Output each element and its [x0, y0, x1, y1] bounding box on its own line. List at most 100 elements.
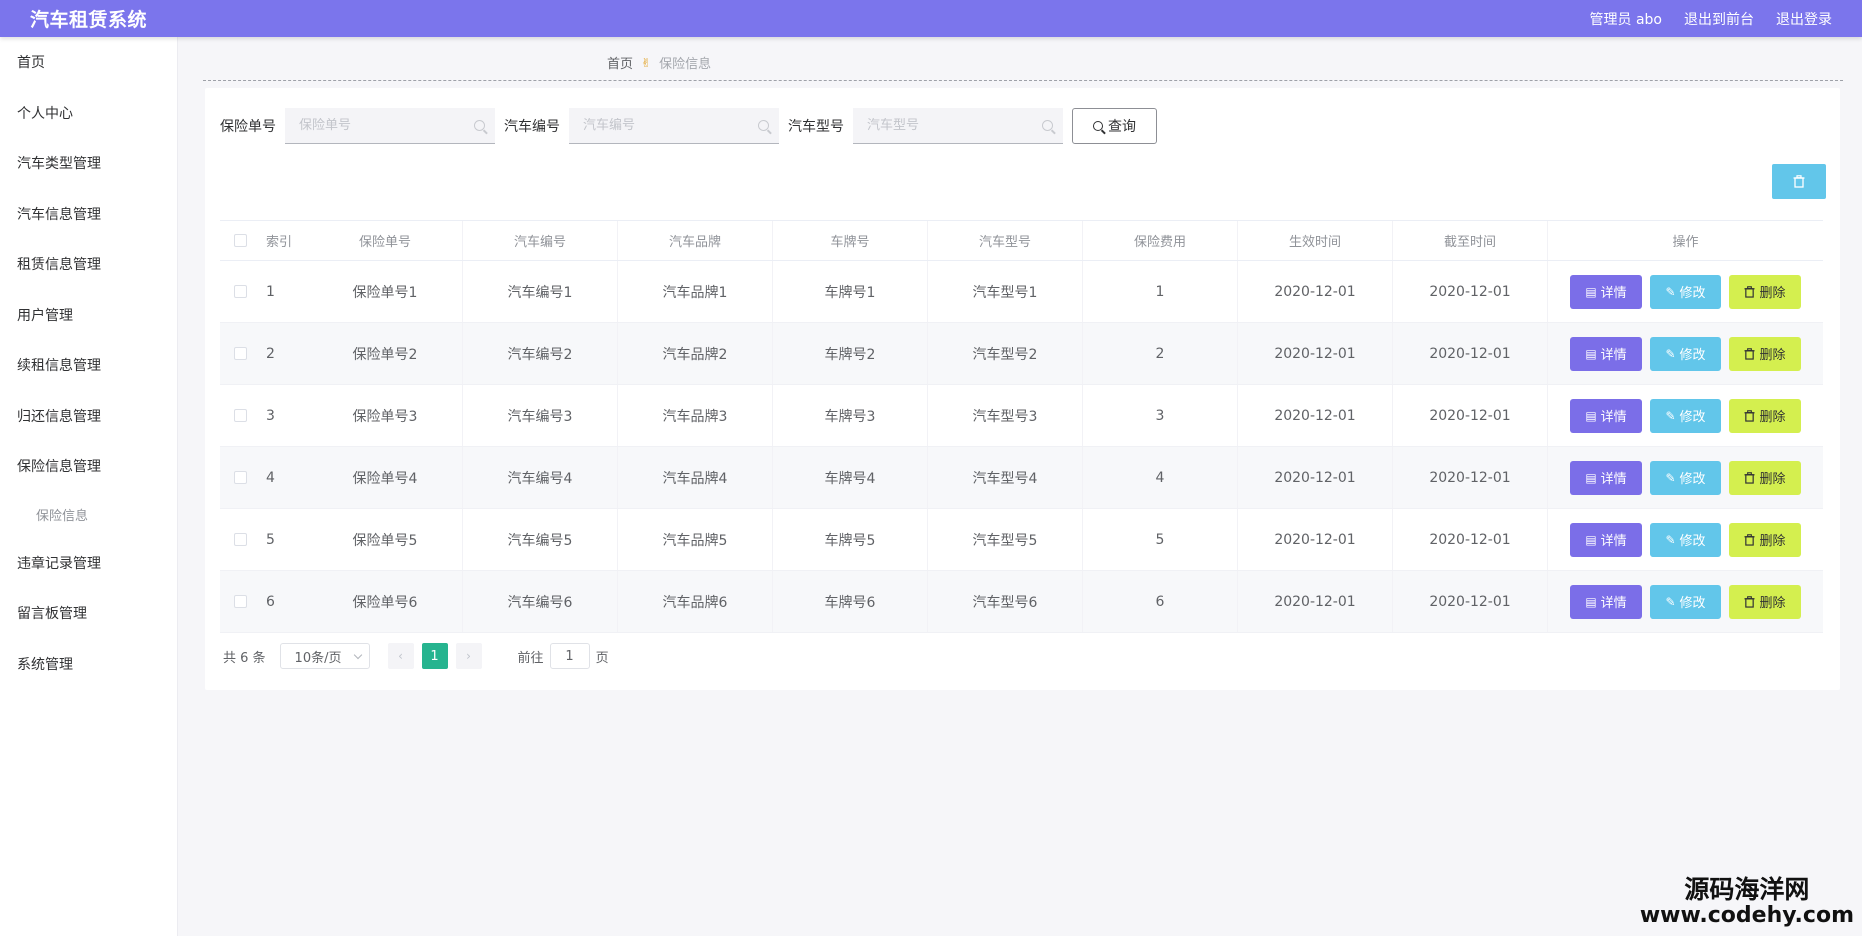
sidebar-item-personal-center[interactable]: 个人中心 [0, 88, 177, 139]
cell-car-model: 汽车型号5 [928, 509, 1083, 570]
header-car-no: 汽车编号 [463, 221, 618, 260]
row-checkbox[interactable] [233, 409, 247, 422]
car-no-input[interactable] [583, 118, 743, 133]
table-row: 4 保险单号4 汽车编号4 汽车品牌4 车牌号4 汽车型号4 4 2020-12-01 2020… [220, 447, 1823, 509]
cell-start-date: 2020-12-01 [1238, 509, 1393, 570]
document-icon: ▤ [1585, 408, 1597, 423]
detail-button[interactable]: ▤ 详情 [1570, 522, 1642, 557]
batch-delete-button[interactable] [1772, 164, 1826, 199]
table-header: 索引 保险单号 汽车编号 汽车品牌 车牌号 汽车型号 保险费用 生效时间 截至时… [220, 221, 1823, 261]
delete-button[interactable]: 删除 [1729, 584, 1801, 619]
table-row: 6 保险单号6 汽车编号6 汽车品牌6 车牌号6 汽车型号6 6 2020-12-01 2020… [220, 571, 1823, 633]
cell-start-date: 2020-12-01 [1238, 385, 1393, 446]
sidebar-item-renewal[interactable]: 续租信息管理 [0, 340, 177, 391]
trash-icon [1744, 595, 1756, 608]
cell-plate-no: 车牌号6 [773, 571, 928, 632]
row-checkbox[interactable] [233, 285, 247, 298]
sidebar-item-message-board[interactable]: 留言板管理 [0, 588, 177, 639]
sidebar-item-home[interactable]: 首页 [0, 37, 177, 88]
sidebar-item-users[interactable]: 用户管理 [0, 290, 177, 341]
edit-button[interactable]: ✎ 修改 [1650, 274, 1721, 309]
detail-button[interactable]: ▤ 详情 [1570, 274, 1642, 309]
row-checkbox[interactable] [233, 347, 247, 360]
detail-button[interactable]: ▤ 详情 [1570, 398, 1642, 433]
cell-index: 2 [266, 345, 275, 362]
detail-button[interactable]: ▤ 详情 [1570, 460, 1642, 495]
car-model-input[interactable] [867, 118, 1027, 133]
sidebar-item-car-type[interactable]: 汽车类型管理 [0, 138, 177, 189]
row-checkbox[interactable] [233, 533, 247, 546]
cell-fee: 4 [1083, 447, 1238, 508]
policy-no-input[interactable] [299, 118, 459, 133]
edit-button[interactable]: ✎ 修改 [1650, 398, 1721, 433]
header-end-date: 截至时间 [1393, 221, 1548, 260]
page-size-select[interactable]: 10条/页 [279, 643, 370, 669]
prev-page-button[interactable]: ‹ [387, 643, 414, 669]
watermark-cn: 源码海洋网 [1684, 875, 1810, 904]
page-number-current[interactable]: 1 [421, 643, 448, 669]
trash-icon [1744, 533, 1756, 546]
row-checkbox[interactable] [233, 471, 247, 484]
edit-button[interactable]: ✎ 修改 [1650, 336, 1721, 371]
delete-button[interactable]: 删除 [1729, 522, 1801, 557]
sidebar-item-rental[interactable]: 租赁信息管理 [0, 239, 177, 290]
cell-index: 4 [266, 469, 275, 486]
edit-label: 修改 [1679, 348, 1706, 363]
delete-button[interactable]: 删除 [1729, 460, 1801, 495]
insurance-table: 索引 保险单号 汽车编号 汽车品牌 车牌号 汽车型号 保险费用 生效时间 截至时… [220, 220, 1823, 633]
next-page-button[interactable]: › [455, 643, 482, 669]
delete-label: 删除 [1759, 596, 1786, 611]
trash-icon [1744, 409, 1756, 422]
sidebar-item-system[interactable]: 系统管理 [0, 639, 177, 690]
trash-icon [1744, 347, 1756, 360]
detail-button[interactable]: ▤ 详情 [1570, 336, 1642, 371]
cell-policy-no: 保险单号4 [308, 447, 463, 508]
hand-icon: ✌ [641, 55, 652, 70]
detail-button[interactable]: ▤ 详情 [1570, 584, 1642, 619]
back-to-front-link[interactable]: 退出到前台 [1684, 9, 1754, 29]
delete-button[interactable]: 删除 [1729, 336, 1801, 371]
cell-car-brand: 汽车品牌2 [618, 323, 773, 384]
row-checkbox[interactable] [233, 595, 247, 608]
goto-page-input[interactable] [549, 643, 590, 669]
cell-index: 3 [266, 407, 275, 424]
content-panel: 保险单号 汽车编号 汽车型号 查询 索引 保险单号 [205, 88, 1840, 690]
pencil-icon: ✎ [1665, 346, 1676, 361]
cell-plate-no: 车牌号4 [773, 447, 928, 508]
delete-label: 删除 [1759, 410, 1786, 425]
divider [203, 80, 1843, 81]
delete-button[interactable]: 删除 [1729, 274, 1801, 309]
cell-plate-no: 车牌号3 [773, 385, 928, 446]
car-no-label: 汽车编号 [504, 119, 560, 135]
delete-label: 删除 [1759, 472, 1786, 487]
sidebar-item-insurance[interactable]: 保险信息管理 [0, 441, 177, 492]
sidebar-item-car-info[interactable]: 汽车信息管理 [0, 189, 177, 240]
edit-button[interactable]: ✎ 修改 [1650, 584, 1721, 619]
logout-link[interactable]: 退出登录 [1776, 9, 1832, 29]
cell-car-no: 汽车编号4 [463, 447, 618, 508]
breadcrumb-home[interactable]: 首页 [607, 53, 633, 72]
query-label: 查询 [1108, 119, 1136, 135]
cell-car-brand: 汽车品牌1 [618, 261, 773, 322]
edit-label: 修改 [1679, 596, 1706, 611]
edit-button[interactable]: ✎ 修改 [1650, 460, 1721, 495]
edit-button[interactable]: ✎ 修改 [1650, 522, 1721, 557]
sidebar-subitem-insurance-info[interactable]: 保险信息 [0, 492, 177, 538]
header-actions: 管理员 abo 退出到前台 退出登录 [1590, 9, 1832, 29]
sidebar-item-violation[interactable]: 违章记录管理 [0, 538, 177, 589]
sidebar-item-return[interactable]: 归还信息管理 [0, 391, 177, 442]
watermark-url: www.codehy.com [1639, 903, 1854, 928]
detail-label: 详情 [1600, 472, 1627, 487]
detail-label: 详情 [1600, 596, 1627, 611]
edit-label: 修改 [1679, 472, 1706, 487]
cell-fee: 3 [1083, 385, 1238, 446]
header-policy-no: 保险单号 [308, 221, 463, 260]
query-button[interactable]: 查询 [1072, 108, 1157, 144]
delete-button[interactable]: 删除 [1729, 398, 1801, 433]
cell-fee: 5 [1083, 509, 1238, 570]
header-start-date: 生效时间 [1238, 221, 1393, 260]
document-icon: ▤ [1585, 284, 1597, 299]
select-all-checkbox[interactable] [233, 234, 247, 247]
search-icon [1042, 120, 1053, 131]
detail-label: 详情 [1600, 348, 1627, 363]
